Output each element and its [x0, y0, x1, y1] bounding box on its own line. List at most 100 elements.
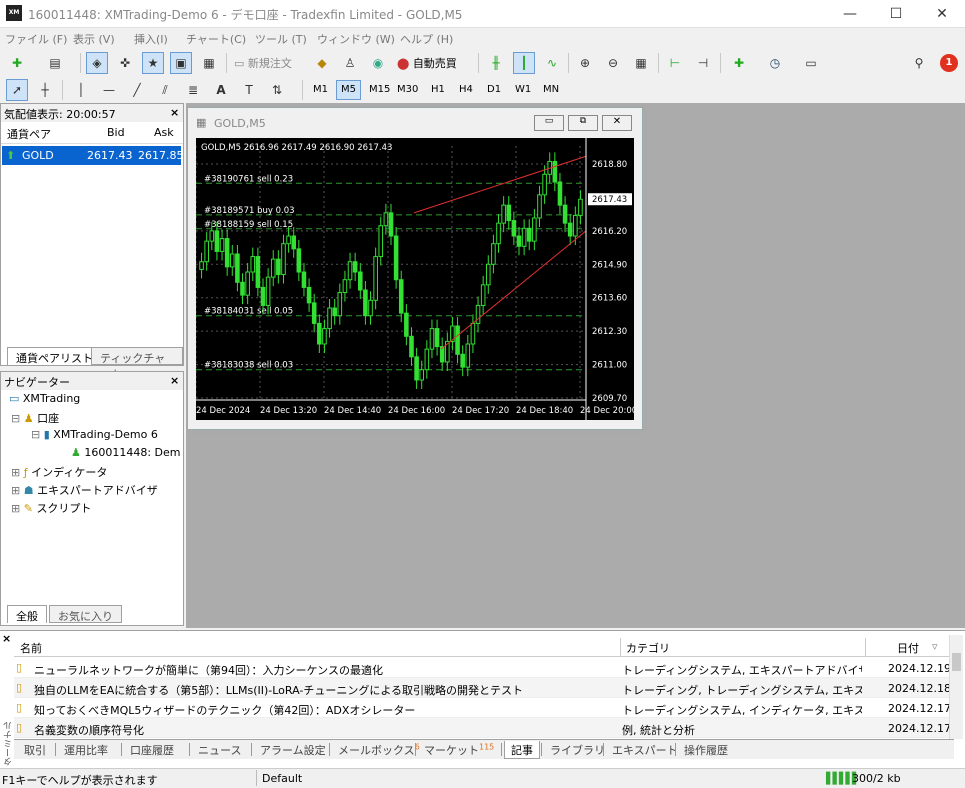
- col-name[interactable]: 名前: [20, 640, 42, 656]
- search-icon[interactable]: ⚲: [908, 52, 930, 74]
- fibonacci-icon[interactable]: ≣: [182, 79, 204, 101]
- horizontal-line-icon[interactable]: —: [98, 79, 120, 101]
- col-ask[interactable]: Ask: [154, 126, 174, 139]
- col-bid[interactable]: Bid: [107, 126, 125, 139]
- tab-5[interactable]: メールボックス6: [332, 741, 426, 759]
- separator: [415, 743, 416, 756]
- tab-9[interactable]: エキスパート: [606, 741, 684, 759]
- auto-trade-button[interactable]: ⬤ 自動売買: [397, 55, 457, 71]
- period-h1[interactable]: H1: [426, 80, 450, 100]
- equidistant-channel-icon[interactable]: ⫽: [154, 79, 176, 101]
- tree-server[interactable]: ⊟ ▮ XMTrading-Demo 6: [31, 428, 158, 446]
- period-d1[interactable]: D1: [482, 80, 506, 100]
- scrollbar-thumb[interactable]: [952, 653, 961, 671]
- col-category[interactable]: カテゴリ: [626, 640, 670, 656]
- article-row[interactable]: ▯ 知っておくべきMQL5ウィザードのテクニック（第42回）：ADXオシレーター ト…: [14, 698, 951, 718]
- maximize-button[interactable]: ☐: [873, 0, 919, 28]
- menu-window[interactable]: ウィンドウ (W): [317, 31, 395, 47]
- menu-view[interactable]: 表示 (V): [73, 31, 115, 47]
- col-symbol[interactable]: 通貨ペア: [7, 126, 51, 142]
- separator: [329, 743, 330, 756]
- chart-shift-icon[interactable]: ⊢: [664, 52, 686, 74]
- tab-8[interactable]: ライブラリ: [544, 741, 611, 759]
- autoscroll-icon[interactable]: ⊣: [692, 52, 714, 74]
- zoom-in-icon[interactable]: ⊕: [574, 52, 596, 74]
- tester-icon[interactable]: ▦: [198, 52, 220, 74]
- tree-root[interactable]: ▭ XMTrading: [9, 392, 80, 410]
- tree-accounts[interactable]: ⊟ ♟ 口座: [11, 410, 59, 428]
- tab-6[interactable]: マーケット115: [418, 741, 500, 759]
- tab-common[interactable]: 全般: [7, 605, 47, 623]
- globe-icon[interactable]: ◉: [367, 52, 389, 74]
- text-label-icon[interactable]: T: [238, 79, 260, 101]
- period-w1[interactable]: W1: [510, 80, 536, 100]
- close-icon[interactable]: ×: [170, 106, 179, 119]
- notification-badge[interactable]: 1: [940, 54, 958, 72]
- period-m1[interactable]: M1: [308, 80, 333, 100]
- market-watch-icon[interactable]: ◈: [86, 52, 108, 74]
- tab-0[interactable]: 取引: [18, 741, 52, 759]
- close-button[interactable]: ✕: [919, 0, 965, 28]
- arrows-icon[interactable]: ⇅: [266, 79, 288, 101]
- period-m5[interactable]: M5: [336, 80, 361, 100]
- menu-insert[interactable]: 挿入(I): [134, 31, 168, 47]
- tree-scripts[interactable]: ⊞ ✎ スクリプト: [11, 500, 91, 518]
- tree-account[interactable]: ♟ 160011448: Demo: [71, 446, 181, 464]
- navigator-icon[interactable]: ★: [142, 52, 164, 74]
- menu-help[interactable]: ヘルプ (H): [400, 31, 453, 47]
- article-row[interactable]: ▯ 名義変数の順序符号化 例, 統計と分析 2024.12.17: [14, 718, 951, 738]
- new-chart-icon[interactable]: ✚: [6, 52, 28, 74]
- trendline-icon[interactable]: ╱: [126, 79, 148, 101]
- tile-windows-icon[interactable]: ▦: [630, 52, 652, 74]
- article-row[interactable]: ▯ 独自のLLMをEAに統合する（第5部）：LLMs(II)-LoRA-チューニン…: [14, 678, 951, 698]
- menu-file[interactable]: ファイル (F): [5, 31, 67, 47]
- terminal-icon[interactable]: ▣: [170, 52, 192, 74]
- cursor-icon[interactable]: ➚: [6, 79, 28, 101]
- tab-1[interactable]: 運用比率: [58, 741, 114, 759]
- market-watch-row[interactable]: ⬆ GOLD 2617.43 2617.85: [2, 146, 184, 165]
- text-icon[interactable]: A: [210, 79, 232, 101]
- close-icon[interactable]: ×: [170, 374, 179, 387]
- bar-chart-icon[interactable]: ╫: [485, 52, 507, 74]
- menu-tools[interactable]: ツール (T): [255, 31, 307, 47]
- periods-clock-icon[interactable]: ◷: [764, 52, 786, 74]
- collapse-icon: ⊟: [11, 412, 24, 425]
- templates-icon[interactable]: ▭: [800, 52, 822, 74]
- tab-4[interactable]: アラーム設定: [254, 741, 332, 759]
- chart-close-button[interactable]: ✕: [602, 115, 632, 131]
- tab-3[interactable]: ニュース: [192, 741, 247, 759]
- trader-icon[interactable]: ♙: [339, 52, 361, 74]
- period-m15[interactable]: M15: [364, 80, 395, 100]
- line-chart-icon[interactable]: ∿: [541, 52, 563, 74]
- scrollbar[interactable]: [949, 635, 963, 739]
- tab-tick-chart[interactable]: ティックチャート: [91, 347, 183, 381]
- candlestick-icon[interactable]: ┃: [513, 52, 535, 74]
- chart-area[interactable]: #38190761 sell 0.23 #38189571 buy 0.03 #38…: [195, 138, 637, 420]
- metaeditor-icon[interactable]: ◆: [311, 52, 333, 74]
- price-chart[interactable]: #38190761 sell 0.23 #38189571 buy 0.03 #38…: [195, 138, 637, 420]
- tab-symbols[interactable]: 通貨ペアリスト: [7, 347, 102, 365]
- crosshair-icon[interactable]: ┼: [34, 79, 56, 101]
- menu-chart[interactable]: チャート(C): [186, 31, 246, 47]
- indicators-icon[interactable]: ✚: [728, 52, 750, 74]
- tree-indicators[interactable]: ⊞ ƒ インディケータ: [11, 464, 107, 482]
- vertical-line-icon[interactable]: │: [70, 79, 92, 101]
- data-window-icon[interactable]: ✜: [114, 52, 136, 74]
- tab-10[interactable]: 操作履歴: [678, 741, 734, 759]
- tab-2[interactable]: 口座履歴: [124, 741, 180, 759]
- chart-minimize-button[interactable]: ▭: [534, 115, 564, 131]
- tree-experts[interactable]: ⊞ ☗ エキスパートアドバイザ: [11, 482, 158, 500]
- new-order-button[interactable]: ▭ 新規注文: [234, 55, 292, 71]
- minimize-button[interactable]: —: [827, 0, 873, 28]
- period-h4[interactable]: H4: [454, 80, 478, 100]
- col-date[interactable]: 日付: [897, 640, 919, 656]
- chart-restore-button[interactable]: ⧉: [568, 115, 598, 131]
- article-row[interactable]: ▯ ニューラルネットワークが簡単に（第94回）：入力シーケンスの最適化 トレーディン…: [14, 658, 951, 678]
- zoom-out-icon[interactable]: ⊖: [602, 52, 624, 74]
- close-icon[interactable]: ×: [2, 632, 11, 645]
- profiles-icon[interactable]: ▤: [44, 52, 66, 74]
- period-mn[interactable]: MN: [538, 80, 564, 100]
- period-m30[interactable]: M30: [392, 80, 423, 100]
- tab-favorites[interactable]: お気に入り: [49, 605, 122, 623]
- tab-7[interactable]: 記事: [504, 741, 540, 759]
